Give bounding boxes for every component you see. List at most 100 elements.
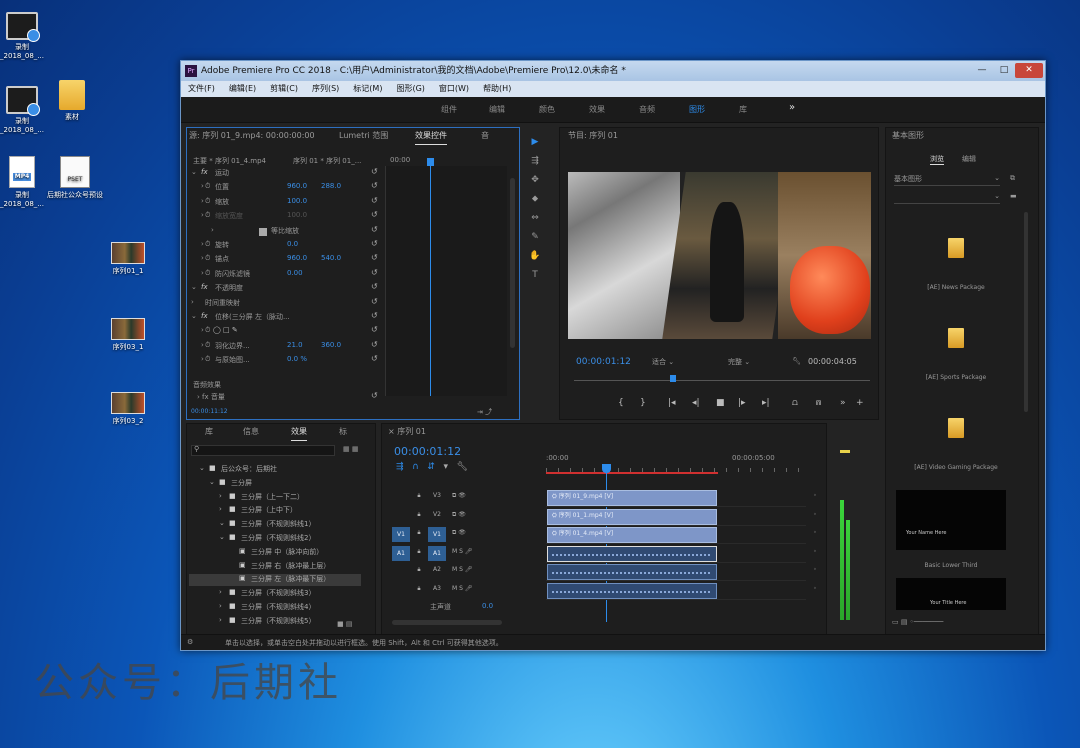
- package-news[interactable]: [AE] News Package: [894, 238, 1018, 291]
- checkbox[interactable]: [259, 227, 267, 236]
- chevron-icon[interactable]: ⌄: [199, 464, 205, 472]
- menu-help[interactable]: 帮助(H): [483, 84, 511, 93]
- track-controls[interactable]: M S 🎤︎: [452, 546, 522, 558]
- lock-icon[interactable]: 🔒︎: [414, 490, 424, 502]
- timeline-tab[interactable]: × 序列 01: [382, 424, 826, 440]
- quality-dropdown[interactable]: 完整 ⌄: [728, 357, 750, 367]
- timeline-timecode[interactable]: 00:00:01:12: [394, 445, 461, 458]
- tab-browse[interactable]: 浏览: [930, 154, 944, 165]
- desktop-icon-mp4[interactable]: MP4 录制_2018_08_...: [0, 156, 50, 209]
- workspace-library[interactable]: 库: [739, 104, 747, 115]
- ec-value-1[interactable]: 100.0: [287, 211, 307, 219]
- stopwatch-icon[interactable]: ⏱: [205, 341, 210, 350]
- stopwatch-icon[interactable]: ⏱: [205, 182, 210, 191]
- ec-scrollbar[interactable]: [510, 178, 515, 348]
- track-target-A3[interactable]: A3: [428, 583, 446, 598]
- tree-item[interactable]: › ■ 三分屏（上中下）: [189, 505, 361, 517]
- linked-selection-icon[interactable]: ⇵: [427, 462, 435, 472]
- tree-item[interactable]: › ■ 三分屏（不规则斜线3）: [189, 588, 361, 600]
- folder-add-icon[interactable]: ⧉: [1010, 174, 1015, 183]
- chevron-icon[interactable]: ›: [201, 254, 204, 262]
- track-controls[interactable]: ⧉ 👁︎: [452, 509, 522, 521]
- track-scroll-handle[interactable]: ◦: [810, 564, 820, 576]
- desktop-icon-seq-1[interactable]: 序列01_1: [100, 242, 156, 276]
- ec-row[interactable]: › ⏱ 位置 960.0 288.0: [191, 182, 383, 195]
- tab-source[interactable]: 源: 序列 01_9.mp4: 00:00:00:00: [189, 128, 327, 144]
- ec-row[interactable]: › ⏱ 防闪烁滤镜 0.00: [191, 269, 383, 282]
- package-gaming[interactable]: [AE] Video Gaming Package: [894, 418, 1018, 471]
- chevron-icon[interactable]: ›: [219, 505, 222, 513]
- reset-icon[interactable]: ↺: [371, 282, 378, 291]
- ec-value-1[interactable]: 960.0: [287, 182, 307, 190]
- ec-row[interactable]: ⌄ fx 运动: [191, 168, 383, 181]
- video-clip[interactable]: ⛭ 序列 01_1.mp4 [V]: [547, 508, 717, 525]
- menu-graphics[interactable]: 图形(G): [396, 84, 424, 93]
- tree-item[interactable]: › ■ 三分屏（不规则斜线5）: [189, 616, 361, 628]
- video-clip[interactable]: ⛭ 序列 01_4.mp4 [V]: [547, 527, 717, 543]
- tool-7-icon[interactable]: T: [525, 270, 545, 286]
- desktop-icon-materials[interactable]: 素材: [44, 80, 100, 122]
- chevron-icon[interactable]: ›: [201, 197, 204, 205]
- menu-marker[interactable]: 标记(M): [353, 84, 382, 93]
- audio-clip[interactable]: [547, 545, 717, 562]
- tree-item[interactable]: › ■ 三分屏（不规则斜线4）: [189, 602, 361, 614]
- workspace-more[interactable]: »: [789, 102, 795, 113]
- ec-value-2[interactable]: 360.0: [321, 341, 341, 349]
- track-target-A1[interactable]: A1: [428, 545, 446, 561]
- close-button[interactable]: ✕: [1015, 63, 1043, 78]
- workspace-assembly[interactable]: 组件: [441, 104, 457, 115]
- sequence-clip-name[interactable]: 序列 01 * 序列 01_...: [293, 156, 369, 166]
- program-timecode[interactable]: 00:00:01:12: [576, 357, 631, 367]
- ec-row[interactable]: › 等比缩放: [191, 226, 383, 239]
- fx-icon[interactable]: fx: [201, 312, 208, 320]
- source-patch-A1[interactable]: A1: [392, 545, 410, 561]
- program-scrub-bar[interactable]: [574, 380, 870, 381]
- ec-volume-row[interactable]: › fx 音量: [197, 392, 225, 402]
- package-sports[interactable]: [AE] Sports Package: [894, 328, 1018, 381]
- track-controls[interactable]: ⧉ 👁︎: [452, 527, 522, 539]
- track-scroll-handle[interactable]: ◦: [810, 527, 820, 539]
- mark-out-button[interactable]: }: [640, 398, 646, 408]
- tool-0-icon[interactable]: ▶: [525, 137, 545, 153]
- chevron-icon[interactable]: ›: [219, 492, 222, 500]
- tool-3-icon[interactable]: ⬥: [525, 194, 545, 210]
- mask-shape-icons[interactable]: ◯ □ ✎: [213, 326, 238, 334]
- ec-row[interactable]: › ⏱ 羽化边界... 21.0 360.0: [191, 341, 383, 354]
- track-target-V1[interactable]: V1: [428, 527, 446, 542]
- go-to-in-button[interactable]: |◂: [668, 398, 676, 408]
- workspace-audio[interactable]: 音频: [639, 104, 655, 115]
- reset-icon[interactable]: ↺: [371, 311, 378, 320]
- tab-markers[interactable]: 标: [339, 424, 347, 440]
- reset-icon[interactable]: ↺: [371, 340, 378, 349]
- add-button[interactable]: +: [856, 398, 864, 408]
- desktop-icon-preset[interactable]: PSET 后期社公众号预设: [47, 156, 103, 200]
- lock-icon[interactable]: 🔒︎: [414, 564, 424, 576]
- chevron-icon[interactable]: ›: [201, 355, 204, 363]
- ec-value-1[interactable]: 960.0: [287, 254, 307, 262]
- track-scroll-handle[interactable]: ◦: [810, 490, 820, 502]
- chevron-icon[interactable]: ⌄: [191, 283, 197, 291]
- workspace-editing[interactable]: 编辑: [489, 104, 505, 115]
- marker-icon[interactable]: ▾: [443, 462, 448, 472]
- ec-footer-icons[interactable]: ⇥ ⤴: [477, 407, 492, 417]
- chevron-icon[interactable]: ›: [191, 298, 194, 306]
- ec-value-1[interactable]: 0.0 %: [287, 355, 307, 363]
- stopwatch-icon[interactable]: ⏱: [205, 240, 210, 249]
- fit-dropdown[interactable]: 适合 ⌄: [652, 357, 674, 367]
- track-controls[interactable]: M S 🎤︎: [452, 583, 522, 595]
- ec-row[interactable]: › ⏱ 旋转 0.0: [191, 240, 383, 253]
- reset-icon[interactable]: ↺: [371, 391, 378, 400]
- lock-icon[interactable]: 🔒︎: [414, 527, 424, 539]
- track-scroll-handle[interactable]: ◦: [810, 583, 820, 595]
- step-forward-button[interactable]: |▸: [738, 398, 746, 408]
- snap-icon[interactable]: ∩: [412, 462, 419, 472]
- work-area-bar[interactable]: [546, 472, 718, 474]
- ec-row[interactable]: ⌄ fx 位移(三分屏 左（脉动...: [191, 312, 383, 325]
- folder-icon[interactable]: ▬: [1010, 192, 1017, 200]
- timeline-scrollbar[interactable]: [392, 620, 502, 625]
- tool-2-icon[interactable]: ✥: [525, 175, 545, 191]
- master-track-value[interactable]: 0.0: [482, 602, 493, 610]
- scope-dropdown[interactable]: 基本图形 ⌄: [894, 174, 1000, 186]
- reset-icon[interactable]: ↺: [371, 239, 378, 248]
- chevron-icon[interactable]: ›: [219, 602, 222, 610]
